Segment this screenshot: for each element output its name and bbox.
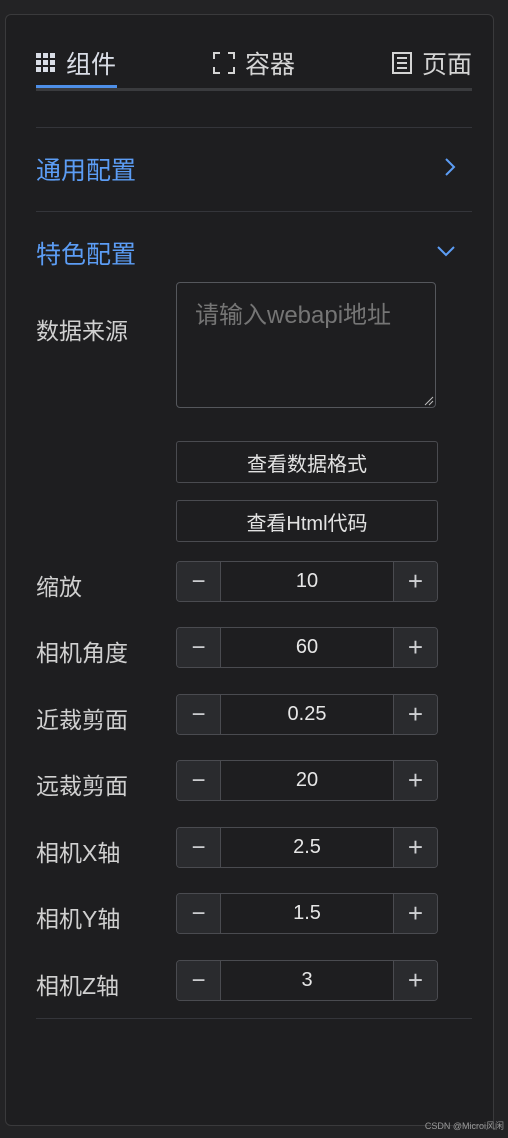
section-title: 特色配置 <box>36 241 137 269</box>
decrement-button[interactable]: − <box>177 894 221 933</box>
data-source-label: 数据来源 <box>36 318 128 344</box>
chevron-right-icon <box>444 157 456 182</box>
decrement-button[interactable]: − <box>177 761 221 800</box>
increment-button[interactable]: + <box>393 761 437 800</box>
param-label-camera-x: 相机X轴 <box>36 840 121 866</box>
plus-icon: + <box>407 699 424 729</box>
param-label-near-clip: 近裁剪面 <box>36 707 128 733</box>
divider <box>36 127 472 128</box>
plus-icon: + <box>407 566 424 596</box>
plus-icon: + <box>407 965 424 995</box>
minus-icon: − <box>191 567 206 595</box>
param-label-zoom: 缩放 <box>36 574 82 600</box>
increment-button[interactable]: + <box>393 961 437 1000</box>
tab-label: 容器 <box>244 51 295 79</box>
plus-icon: + <box>407 832 424 862</box>
active-tab-indicator <box>36 85 117 88</box>
button-label: 查看Html代码 <box>246 512 368 535</box>
divider <box>36 1018 472 1019</box>
plus-icon: + <box>407 765 424 795</box>
near-clip-stepper: − 0.25 + <box>176 694 438 735</box>
tab-bar: 组件 容器 页面 <box>36 38 472 91</box>
webapi-url-input[interactable] <box>176 282 436 408</box>
section-general-header[interactable]: 通用配置 <box>36 144 472 194</box>
minus-icon: − <box>191 633 206 661</box>
chevron-down-icon <box>436 244 456 262</box>
minus-icon: − <box>191 700 206 728</box>
divider <box>36 211 472 212</box>
increment-button[interactable]: + <box>393 628 437 667</box>
decrement-button[interactable]: − <box>177 828 221 867</box>
tab-label: 页面 <box>421 51 472 79</box>
increment-button[interactable]: + <box>393 562 437 601</box>
decrement-button[interactable]: − <box>177 628 221 667</box>
grid-icon <box>36 53 56 73</box>
param-label-far-clip: 远裁剪面 <box>36 773 128 799</box>
camera-y-stepper: − 1.5 + <box>176 893 438 934</box>
view-data-format-button[interactable]: 查看数据格式 <box>176 441 438 483</box>
camera-z-stepper: − 3 + <box>176 960 438 1001</box>
plus-icon: + <box>407 898 424 928</box>
tab-label: 组件 <box>66 51 117 79</box>
section-featured-header[interactable]: 特色配置 <box>36 228 472 278</box>
decrement-button[interactable]: − <box>177 562 221 601</box>
param-label-camera-y: 相机Y轴 <box>36 906 121 932</box>
stepper-value[interactable]: 3 <box>221 961 393 1000</box>
stepper-value[interactable]: 1.5 <box>221 894 393 933</box>
plus-icon: + <box>407 632 424 662</box>
stepper-value[interactable]: 20 <box>221 761 393 800</box>
param-label-camera-angle: 相机角度 <box>36 640 128 666</box>
decrement-button[interactable]: − <box>177 695 221 734</box>
stepper-value[interactable]: 60 <box>221 628 393 667</box>
camera-angle-stepper: − 60 + <box>176 627 438 668</box>
far-clip-stepper: − 20 + <box>176 760 438 801</box>
stepper-value[interactable]: 2.5 <box>221 828 393 867</box>
container-icon <box>212 52 235 74</box>
view-html-code-button[interactable]: 查看Html代码 <box>176 500 438 542</box>
increment-button[interactable]: + <box>393 828 437 867</box>
camera-x-stepper: − 2.5 + <box>176 827 438 868</box>
increment-button[interactable]: + <box>393 894 437 933</box>
tab-container[interactable]: 容器 <box>212 38 295 88</box>
stepper-value[interactable]: 10 <box>221 562 393 601</box>
decrement-button[interactable]: − <box>177 961 221 1000</box>
tab-page[interactable]: 页面 <box>391 38 472 88</box>
param-label-camera-z: 相机Z轴 <box>36 973 120 999</box>
tab-components[interactable]: 组件 <box>36 38 116 88</box>
section-title: 通用配置 <box>36 157 137 185</box>
minus-icon: − <box>191 966 206 994</box>
minus-icon: − <box>191 899 206 927</box>
button-label: 查看数据格式 <box>247 453 367 476</box>
increment-button[interactable]: + <box>393 695 437 734</box>
minus-icon: − <box>191 833 206 861</box>
zoom-stepper: − 10 + <box>176 561 438 602</box>
stepper-value[interactable]: 0.25 <box>221 695 393 734</box>
resize-handle-icon[interactable] <box>424 396 434 406</box>
page-icon <box>391 52 412 74</box>
watermark: CSDN @Microi风闲 <box>424 1121 504 1131</box>
minus-icon: − <box>191 766 206 794</box>
